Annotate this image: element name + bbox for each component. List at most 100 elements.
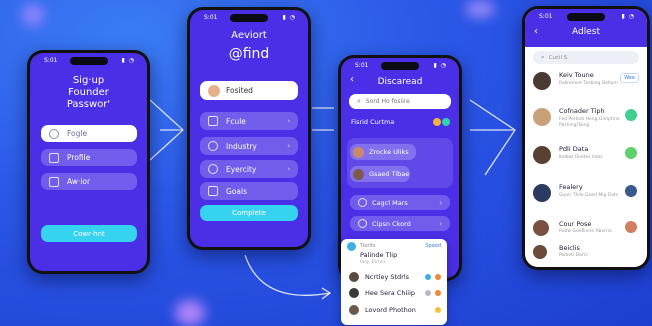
- avatar-badge: [625, 109, 637, 121]
- avatar: [349, 272, 359, 282]
- star-icon: [435, 307, 441, 313]
- search-placeholder: Cucil S: [548, 54, 568, 61]
- globe-icon: [358, 198, 367, 207]
- contact-item[interactable]: Pdli Data Kolbat Onetes Ilobs: [531, 143, 641, 179]
- match-row[interactable]: Ncrtley Stdrls: [349, 272, 441, 282]
- contact-sub: Gunlr Thile Goed Mig Fiats: [559, 193, 619, 198]
- status-time: S:01: [539, 13, 553, 20]
- goals-item[interactable]: Goals: [200, 182, 298, 200]
- title-line-3: Passwor': [66, 99, 111, 110]
- popup-subtitle: Tierits: [360, 243, 376, 249]
- chevron-right-icon: ›: [287, 165, 290, 173]
- briefcase-icon: [208, 116, 218, 126]
- target-icon: [208, 186, 218, 196]
- match-row[interactable]: Hee Sera Chiiip: [349, 288, 441, 298]
- popup-heading: Palinde Tlip: [360, 251, 398, 259]
- title-line-2: Founder: [68, 87, 109, 98]
- avatar: [349, 305, 359, 315]
- contact-item[interactable]: Beiclis Polbeti Dorrs: [531, 243, 641, 263]
- status-icons: ▮ ◔: [282, 14, 296, 21]
- match-row[interactable]: Lovord Phothon: [349, 305, 441, 315]
- option-item[interactable]: Cagcl Mars ›: [350, 195, 450, 210]
- profile-field[interactable]: Profile: [41, 149, 137, 166]
- title-line-1: Sig·up: [72, 75, 105, 86]
- flag-icon: [435, 290, 441, 296]
- field-label: Fogle: [67, 129, 88, 138]
- item-label: Eyercity: [226, 164, 257, 174]
- avatar: [533, 146, 551, 164]
- search-input[interactable]: ⌕ Cucil S: [533, 51, 639, 64]
- avatar-badge: [625, 185, 637, 197]
- filter-dot-orange[interactable]: [433, 118, 441, 126]
- search-input[interactable]: ⌕ Sord Ho fosiire: [349, 94, 451, 109]
- item-label: Goals: [226, 186, 247, 196]
- profile-icon: [49, 152, 59, 163]
- industry-icon: [208, 141, 218, 151]
- item-label: Fcule: [226, 116, 246, 126]
- row-name: Hee Sera Chiiip: [365, 289, 416, 297]
- phone-notch: [381, 62, 419, 70]
- search-placeholder: Sord Ho fosiire: [365, 98, 410, 105]
- contact-sub: Polbeti Dorrs: [559, 253, 588, 258]
- document-icon: [49, 176, 59, 187]
- star-icon: [347, 242, 356, 251]
- avatar: [208, 84, 220, 97]
- option-item[interactable]: Cipsn Ckord ›: [350, 216, 450, 231]
- contact-name: Fealery: [559, 183, 583, 191]
- popup-action[interactable]: Spood: [425, 243, 441, 249]
- check-icon: [425, 290, 431, 296]
- profile-title: Aeviort @find: [190, 30, 308, 62]
- contact-action[interactable]: Wee: [620, 73, 639, 83]
- complete-button[interactable]: Complete: [200, 205, 298, 221]
- contact-item[interactable]: Cofnader Tiph Fed Pertnal Heng Gimptine …: [531, 105, 641, 141]
- continue-button[interactable]: Cowr·hnt: [41, 225, 137, 242]
- avatar: [533, 108, 551, 126]
- founder-field[interactable]: Fosited: [200, 81, 298, 100]
- title-line-1: Aeviort: [231, 30, 267, 41]
- contacts-phone: S:01 ▮ ◔ ‹ Adlest ⌕ Cucil S Keiv Toune R…: [522, 6, 650, 270]
- status-icons: ▮ ◔: [621, 13, 635, 20]
- search-icon: ⌕: [541, 53, 545, 61]
- section-title: Fisrid Curtma: [351, 118, 395, 126]
- industry-item[interactable]: Industry ›: [200, 137, 298, 155]
- avatar: [533, 184, 551, 202]
- option-label: Cipsn Ckord: [372, 219, 411, 228]
- chevron-right-icon: ›: [439, 219, 442, 228]
- flag-icon: [435, 274, 441, 280]
- avatar-badge: [625, 147, 637, 159]
- item-label: Industry: [226, 141, 257, 151]
- chevron-right-icon: ›: [287, 142, 290, 150]
- status-icons: ▮ ◔: [121, 57, 135, 64]
- profile-chip[interactable]: Gsaed Tibae: [350, 166, 410, 182]
- profile-name: Gsaed Tibae: [369, 170, 410, 178]
- contact-sub: Fed Pertnal Heng Gimptine Pashing/Tsing: [559, 117, 620, 128]
- avatar: [533, 220, 549, 236]
- signup-phone: S:01 ▮ ◔ Sig·up Founder Passwor' Fogle P…: [27, 50, 150, 274]
- button-label: Complete: [232, 209, 266, 217]
- contact-name: Cour Pose: [559, 220, 592, 228]
- row-name: Lovord Phothon: [365, 306, 416, 314]
- chevron-right-icon: ›: [287, 117, 290, 125]
- advisor-field[interactable]: Aw·ior: [41, 173, 137, 190]
- check-icon: [425, 274, 431, 280]
- status-time: S:01: [44, 57, 58, 64]
- contact-item[interactable]: Keiv Toune Rallnerent Tesbing Dellprn We…: [531, 69, 641, 103]
- contacts-title: Adlest: [572, 27, 600, 37]
- contact-name: Beiclis: [559, 244, 580, 252]
- filter-dot-green[interactable]: [442, 118, 450, 126]
- row-name: Ncrtley Stdrls: [365, 273, 410, 281]
- expertise-item[interactable]: Eyercity ›: [200, 160, 298, 178]
- phone-notch: [230, 14, 268, 22]
- role-item[interactable]: Fcule ›: [200, 112, 298, 130]
- name-field[interactable]: Fogle: [41, 125, 137, 142]
- avatar: [349, 288, 359, 298]
- contact-item[interactable]: Fealery Gunlr Thile Goed Mig Fiats: [531, 181, 641, 217]
- contact-item[interactable]: Cour Pose Pubw Goeflinne Aborrie: [531, 218, 641, 242]
- avatar: [533, 245, 547, 259]
- profile-chip[interactable]: Zrocke Uliks: [350, 144, 416, 160]
- status-time: S:01: [204, 14, 218, 21]
- contact-sub: Pubw Goeflinne Aborrie: [559, 229, 612, 234]
- avatar-badge: [625, 221, 637, 233]
- globe-icon: [358, 219, 367, 228]
- phone-notch: [69, 57, 108, 65]
